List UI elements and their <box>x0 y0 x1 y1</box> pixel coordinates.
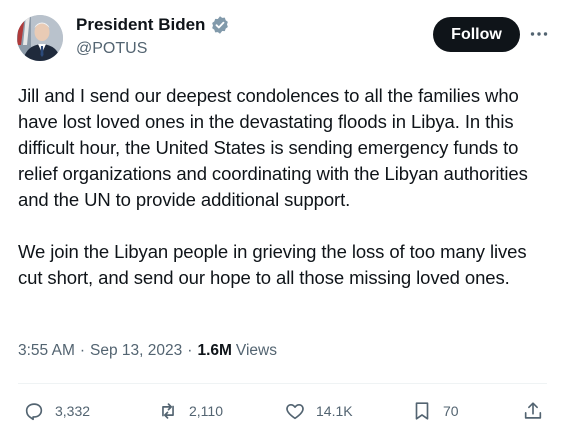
more-button[interactable] <box>528 24 550 44</box>
like-count: 14.1K <box>316 403 353 419</box>
reply-count: 3,332 <box>55 403 91 419</box>
repost-count: 2,110 <box>189 403 223 419</box>
meta-separator: · <box>187 342 193 359</box>
tweet-paragraph: Jill and I send our deepest condolences … <box>18 85 528 210</box>
reply-icon <box>25 403 43 421</box>
verified-badge-icon <box>212 16 229 34</box>
avatar-portrait-icon <box>17 15 63 61</box>
divider <box>18 383 547 384</box>
tweet-paragraph: We join the Libyan people in grieving th… <box>18 241 527 288</box>
views-label: Views <box>235 342 277 359</box>
tweet-date[interactable]: Sep 13, 2023 <box>90 342 182 360</box>
follow-button[interactable]: Follow <box>433 17 520 52</box>
bookmark-icon <box>415 402 429 420</box>
share-icon <box>524 402 542 419</box>
heart-icon <box>286 403 304 420</box>
reply-button[interactable]: 3,332 <box>23 396 90 426</box>
meta-separator: · <box>79 342 86 359</box>
tweet-text: Jill and I send our deepest condolences … <box>18 83 553 291</box>
tweet-card: President Biden @POTUS Follow Jill and I… <box>0 0 564 435</box>
bookmark-count: 70 <box>443 403 459 419</box>
author-name[interactable]: President Biden <box>76 15 205 35</box>
avatar[interactable] <box>17 15 63 61</box>
tweet-time[interactable]: 3:55 AM <box>18 342 75 360</box>
author-name-row: President Biden <box>76 15 230 35</box>
action-bar: 3,332 2,110 14.1K 70 <box>0 396 564 426</box>
bookmark-button[interactable]: 70 <box>411 396 459 426</box>
repost-icon <box>162 403 174 419</box>
author-handle[interactable]: @POTUS <box>76 40 147 58</box>
like-button[interactable]: 14.1K <box>284 396 353 426</box>
views-count: 1.6M <box>197 342 232 359</box>
repost-button[interactable]: 2,110 <box>157 396 223 426</box>
more-icon <box>530 32 548 36</box>
tweet-meta: 3:55 AM · Sep 13, 2023 · 1.6M Views <box>18 342 277 360</box>
share-button[interactable] <box>522 396 544 426</box>
